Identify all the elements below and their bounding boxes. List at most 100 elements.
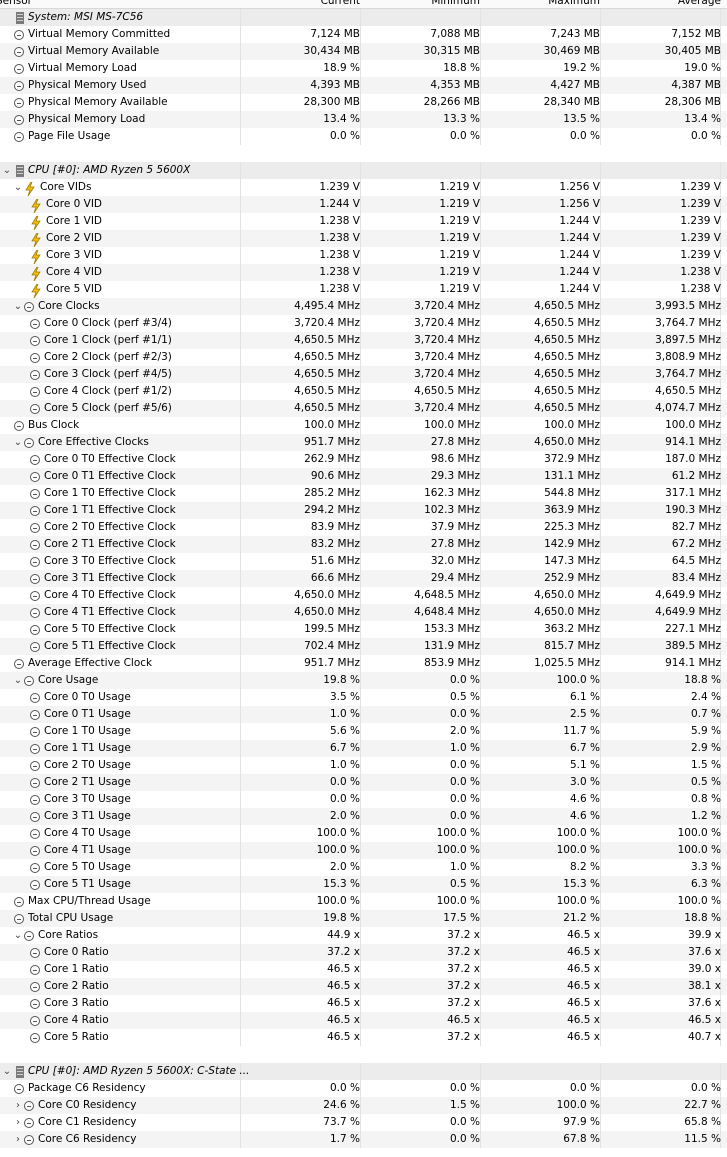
sensor-row[interactable]: Package C6 Residency 0.0 % 0.0 % 0.0 % 0.0 % (0, 1080, 727, 1097)
chevron-right-icon[interactable]: › (12, 1097, 24, 1114)
expander-placeholder (0, 26, 14, 43)
chevron-down-icon[interactable]: ⌄ (12, 298, 24, 315)
sensor-row[interactable]: Core 0 VID 1.244 V 1.219 V 1.256 V 1.239 V (0, 196, 727, 213)
sensor-row[interactable]: Core 0 T1 Effective Clock 90.6 MHz 29.3 MH… (0, 468, 727, 485)
sensor-row[interactable]: Core 1 T1 Effective Clock 294.2 MHz 102.3 … (0, 502, 727, 519)
sensor-row[interactable]: ⌄ Core Ratios 44.9 x 37.2 x 46.5 x 39.9 x (0, 927, 727, 944)
sensor-row[interactable]: Core 5 VID 1.238 V 1.219 V 1.244 V 1.238 V (0, 281, 727, 298)
sensor-row[interactable]: › Core C0 Residency 24.6 % 1.5 % 100.0 % 22.7… (0, 1097, 727, 1114)
sensor-row[interactable]: Virtual Memory Committed 7,124 MB 7,088 MB… (0, 26, 727, 43)
column-header-maximum[interactable]: Maximum (548, 0, 600, 8)
chevron-right-icon[interactable]: › (12, 1131, 24, 1148)
sensor-row[interactable]: Core 2 VID 1.238 V 1.219 V 1.244 V 1.239 V (0, 230, 727, 247)
sensor-row[interactable]: › Core C6 Residency 1.7 % 0.0 % 67.8 % 11.5 % (0, 1131, 727, 1148)
sensor-row[interactable]: Core 1 Clock (perf #1/1) 4,650.5 MHz 3,720… (0, 332, 727, 349)
sensor-row[interactable]: Core 5 T0 Usage 2.0 % 1.0 % 8.2 % 3.3 % (0, 859, 727, 876)
sensor-row[interactable]: Core 4 T1 Effective Clock 4,650.0 MHz 4,64… (0, 604, 727, 621)
sensor-row[interactable]: Physical Memory Used 4,393 MB 4,353 MB 4,42… (0, 77, 727, 94)
sensor-row[interactable]: ⌄ Core VIDs 1.239 V 1.219 V 1.256 V 1.239 V (0, 179, 727, 196)
expander-placeholder (16, 485, 30, 502)
column-header-average[interactable]: Average (678, 0, 721, 8)
sensor-row[interactable]: Core 1 T0 Effective Clock 285.2 MHz 162.3 … (0, 485, 727, 502)
sensor-row[interactable]: Core 0 T0 Usage 3.5 % 0.5 % 6.1 % 2.4 % (0, 689, 727, 706)
column-divider (480, 604, 481, 621)
sensor-row[interactable]: Core 4 VID 1.238 V 1.219 V 1.244 V 1.238 V (0, 264, 727, 281)
sensor-row[interactable]: Core 1 VID 1.238 V 1.219 V 1.244 V 1.239 V (0, 213, 727, 230)
sensor-row[interactable]: Core 5 Clock (perf #5/6) 4,650.5 MHz 3,720… (0, 400, 727, 417)
clock-icon (30, 454, 40, 465)
sensor-row[interactable]: Core 0 T1 Usage 1.0 % 0.0 % 2.5 % 0.7 % (0, 706, 727, 723)
current-value: 0.0 % (329, 776, 360, 788)
sensor-row[interactable]: Core 2 T1 Effective Clock 83.2 MHz 27.8 MH… (0, 536, 727, 553)
sensor-row[interactable]: Core 2 Clock (perf #2/3) 4,650.5 MHz 3,720… (0, 349, 727, 366)
column-divider (240, 893, 241, 910)
sensor-group-row[interactable]: ⌄ CPU [#0]: AMD Ryzen 5 5600X (0, 162, 727, 179)
column-divider (480, 859, 481, 876)
chevron-down-icon[interactable]: ⌄ (0, 1063, 14, 1080)
sensor-row[interactable]: Core 4 T1 Usage 100.0 % 100.0 % 100.0 % 100.… (0, 842, 727, 859)
current-value: 1.238 V (319, 215, 360, 227)
sensor-row[interactable]: Core 5 T1 Usage 15.3 % 0.5 % 15.3 % 6.3 % (0, 876, 727, 893)
sensor-row[interactable]: Core 2 T0 Effective Clock 83.9 MHz 37.9 MH… (0, 519, 727, 536)
column-divider (360, 196, 361, 213)
sensor-row[interactable]: Core 0 Clock (perf #3/4) 3,720.4 MHz 3,720… (0, 315, 727, 332)
sensor-row[interactable]: Core 4 Ratio 46.5 x 46.5 x 46.5 x 46.5 x (0, 1012, 727, 1029)
sensor-row[interactable]: Core 3 T1 Effective Clock 66.6 MHz 29.4 MH… (0, 570, 727, 587)
sensor-row[interactable]: Core 5 T0 Effective Clock 199.5 MHz 153.3 … (0, 621, 727, 638)
chevron-down-icon[interactable]: ⌄ (12, 434, 24, 451)
sensor-row[interactable]: Core 4 Clock (perf #1/2) 4,650.5 MHz 4,650… (0, 383, 727, 400)
column-header-sensor[interactable]: Sensor (0, 0, 32, 8)
chevron-down-icon[interactable]: ⌄ (12, 179, 24, 196)
sensor-group-row[interactable]: ⌄ CPU [#0]: AMD Ryzen 5 5600X: C-State ..… (0, 1063, 727, 1080)
sensor-label-cell: Core 2 Clock (perf #2/3) (16, 349, 172, 366)
minimum-value: 13.3 % (443, 113, 480, 125)
sensor-row[interactable]: ⌄ Core Usage 19.8 % 0.0 % 100.0 % 18.8 % (0, 672, 727, 689)
sensor-row[interactable]: Core 5 Ratio 46.5 x 37.2 x 46.5 x 40.7 x (0, 1029, 727, 1046)
sensor-row[interactable]: › Core C1 Residency 73.7 % 0.0 % 97.9 % 65.8 … (0, 1114, 727, 1131)
sensor-row[interactable]: Max CPU/Thread Usage 100.0 % 100.0 % 100.0 … (0, 893, 727, 910)
sensor-row[interactable]: Bus Clock 100.0 MHz 100.0 MHz 100.0 MHz 100.… (0, 417, 727, 434)
sensor-row[interactable]: Core 3 T1 Usage 2.0 % 0.0 % 4.6 % 1.2 % (0, 808, 727, 825)
sensor-row[interactable]: Core 3 Clock (perf #4/5) 4,650.5 MHz 3,720… (0, 366, 727, 383)
chevron-right-icon[interactable]: › (12, 1114, 24, 1131)
sensor-row[interactable]: Core 3 T0 Effective Clock 51.6 MHz 32.0 MH… (0, 553, 727, 570)
sensor-label-cell: Physical Memory Load (0, 111, 145, 128)
sensor-row[interactable]: ⌄ Core Clocks 4,495.4 MHz 3,720.4 MHz 4,650.… (0, 298, 727, 315)
sensor-row[interactable]: Total CPU Usage 19.8 % 17.5 % 21.2 % 18.8 % (0, 910, 727, 927)
column-header-current[interactable]: Current (321, 0, 360, 8)
sensor-row[interactable]: Average Effective Clock 951.7 MHz 853.9 MH… (0, 655, 727, 672)
sensor-row[interactable]: Core 0 T0 Effective Clock 262.9 MHz 98.6 M… (0, 451, 727, 468)
sensor-row[interactable]: Core 0 Ratio 37.2 x 37.2 x 46.5 x 37.6 x (0, 944, 727, 961)
sensor-row[interactable]: Core 3 T0 Usage 0.0 % 0.0 % 4.6 % 0.8 % (0, 791, 727, 808)
chevron-down-icon[interactable]: ⌄ (0, 162, 14, 179)
sensor-row[interactable]: Core 3 Ratio 46.5 x 37.2 x 46.5 x 37.6 x (0, 995, 727, 1012)
sensor-row[interactable]: Core 1 T1 Usage 6.7 % 1.0 % 6.7 % 2.9 % (0, 740, 727, 757)
sensor-row[interactable]: Core 4 T0 Effective Clock 4,650.0 MHz 4,64… (0, 587, 727, 604)
column-divider (240, 264, 241, 281)
sensor-row[interactable]: Page File Usage 0.0 % 0.0 % 0.0 % 0.0 % (0, 128, 727, 145)
column-divider (480, 128, 481, 145)
current-value: 4,393 MB (310, 79, 360, 91)
sensor-row[interactable]: Core 4 T0 Usage 100.0 % 100.0 % 100.0 % 100.… (0, 825, 727, 842)
average-value: 1.239 V (680, 198, 721, 210)
sensor-row[interactable]: ⌄ Core Effective Clocks 951.7 MHz 27.8 MHz 4… (0, 434, 727, 451)
minimum-value: 153.3 MHz (424, 623, 480, 635)
sensor-row[interactable]: Core 1 T0 Usage 5.6 % 2.0 % 11.7 % 5.9 % (0, 723, 727, 740)
sensor-row[interactable]: Core 2 T0 Usage 1.0 % 0.0 % 5.1 % 1.5 % (0, 757, 727, 774)
sensor-row[interactable]: Virtual Memory Load 18.9 % 18.8 % 19.2 % 19.… (0, 60, 727, 77)
column-header-minimum[interactable]: Minimum (431, 0, 480, 8)
sensor-row[interactable]: Physical Memory Available 28,300 MB 28,266… (0, 94, 727, 111)
sensor-row[interactable]: Core 5 T1 Effective Clock 702.4 MHz 131.9 … (0, 638, 727, 655)
column-divider (360, 451, 361, 468)
sensor-row[interactable]: Physical Memory Load 13.4 % 13.3 % 13.5 % 13… (0, 111, 727, 128)
sensor-row[interactable]: Core 1 Ratio 46.5 x 37.2 x 46.5 x 39.0 x (0, 961, 727, 978)
chevron-down-icon[interactable]: ⌄ (12, 927, 24, 944)
sensor-row[interactable]: Core 2 Ratio 46.5 x 37.2 x 46.5 x 38.1 x (0, 978, 727, 995)
sensor-name: Core 1 T0 Usage (44, 725, 131, 737)
current-value: 1.7 % (329, 1133, 360, 1145)
sensor-row[interactable]: Core 2 T1 Usage 0.0 % 0.0 % 3.0 % 0.5 % (0, 774, 727, 791)
sensor-row[interactable]: Core 3 VID 1.238 V 1.219 V 1.244 V 1.239 V (0, 247, 727, 264)
sensor-group-row[interactable]: System: MSI MS-7C56 (0, 9, 727, 26)
chevron-down-icon[interactable]: ⌄ (12, 672, 24, 689)
sensor-row[interactable]: Virtual Memory Available 30,434 MB 30,315 … (0, 43, 727, 60)
